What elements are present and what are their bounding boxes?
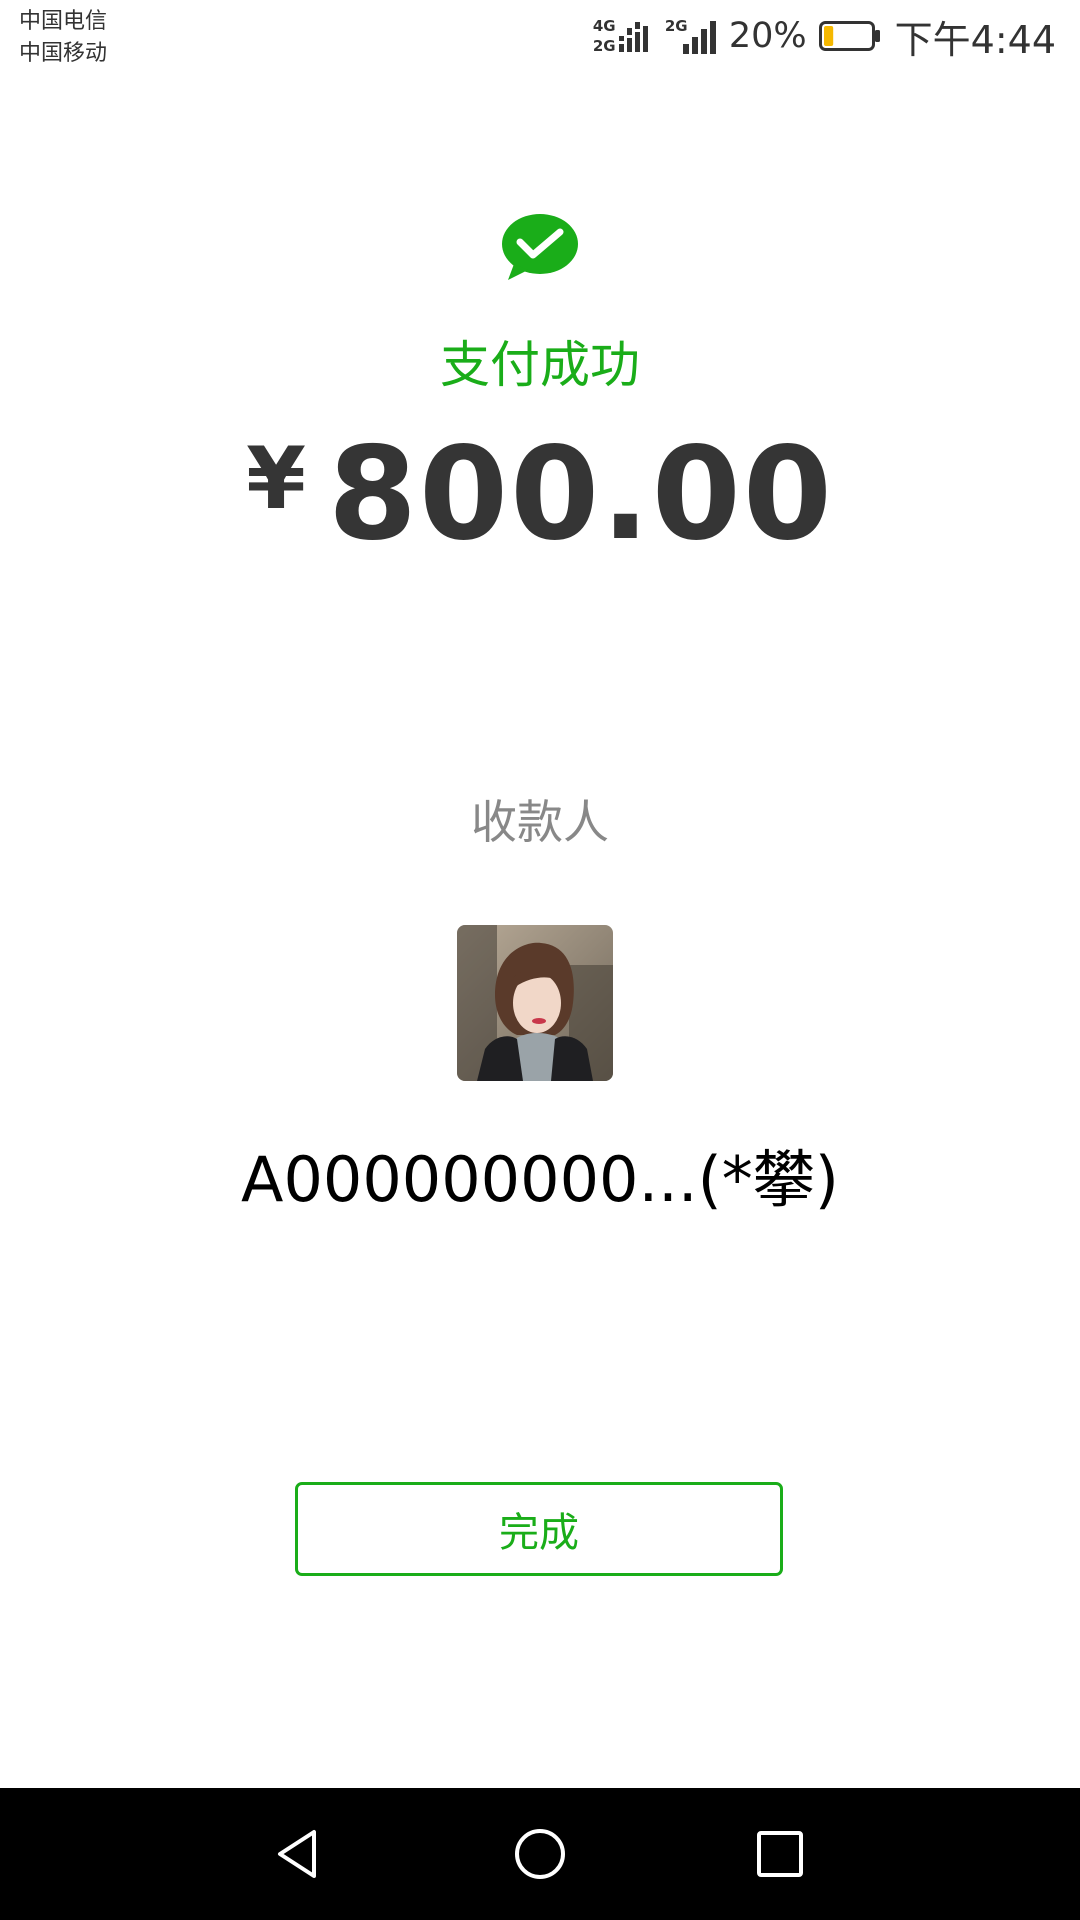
done-button[interactable]: 完成 xyxy=(295,1482,783,1576)
battery-percentage: 20% xyxy=(728,16,807,56)
amount-value: 800.00 xyxy=(327,420,834,569)
dual-sim-signal-icon: 4G 2G xyxy=(593,14,657,58)
payee-label: 收款人 xyxy=(471,795,609,849)
carrier-name-1: 中国电信 xyxy=(19,9,108,34)
payee-name: A000000000...(*攀) xyxy=(241,1143,839,1216)
network-type-label: 4G xyxy=(592,17,616,35)
home-circle-icon[interactable] xyxy=(508,1822,572,1886)
payment-status-title: 支付成功 xyxy=(440,336,640,394)
network-type-label: 2G xyxy=(592,37,616,55)
status-time: 下午4:44 xyxy=(894,17,1056,62)
carrier-name-2: 中国移动 xyxy=(19,41,108,66)
navigation-bar xyxy=(0,1788,1080,1920)
payment-amount: ¥ 800.00 xyxy=(0,425,1080,565)
payee-avatar xyxy=(457,925,613,1081)
status-bar: 中国电信 中国移动 4G 2G 2G 20% 下午4:44 xyxy=(0,0,1080,80)
signal-bars-icon xyxy=(618,22,648,52)
sim2-signal-icon: 2G xyxy=(665,14,721,58)
signal-bars-icon xyxy=(682,21,716,54)
battery-icon xyxy=(818,21,880,51)
currency-symbol: ¥ xyxy=(246,429,306,529)
wechat-pay-logo-icon xyxy=(502,214,578,280)
recent-apps-square-icon[interactable] xyxy=(748,1822,812,1886)
back-triangle-icon[interactable] xyxy=(268,1822,332,1886)
carrier-list: 中国电信 中国移动 xyxy=(19,6,107,70)
avatar-photo xyxy=(457,925,613,1081)
status-indicators: 4G 2G 2G 20% 下午4:44 xyxy=(593,8,1056,64)
